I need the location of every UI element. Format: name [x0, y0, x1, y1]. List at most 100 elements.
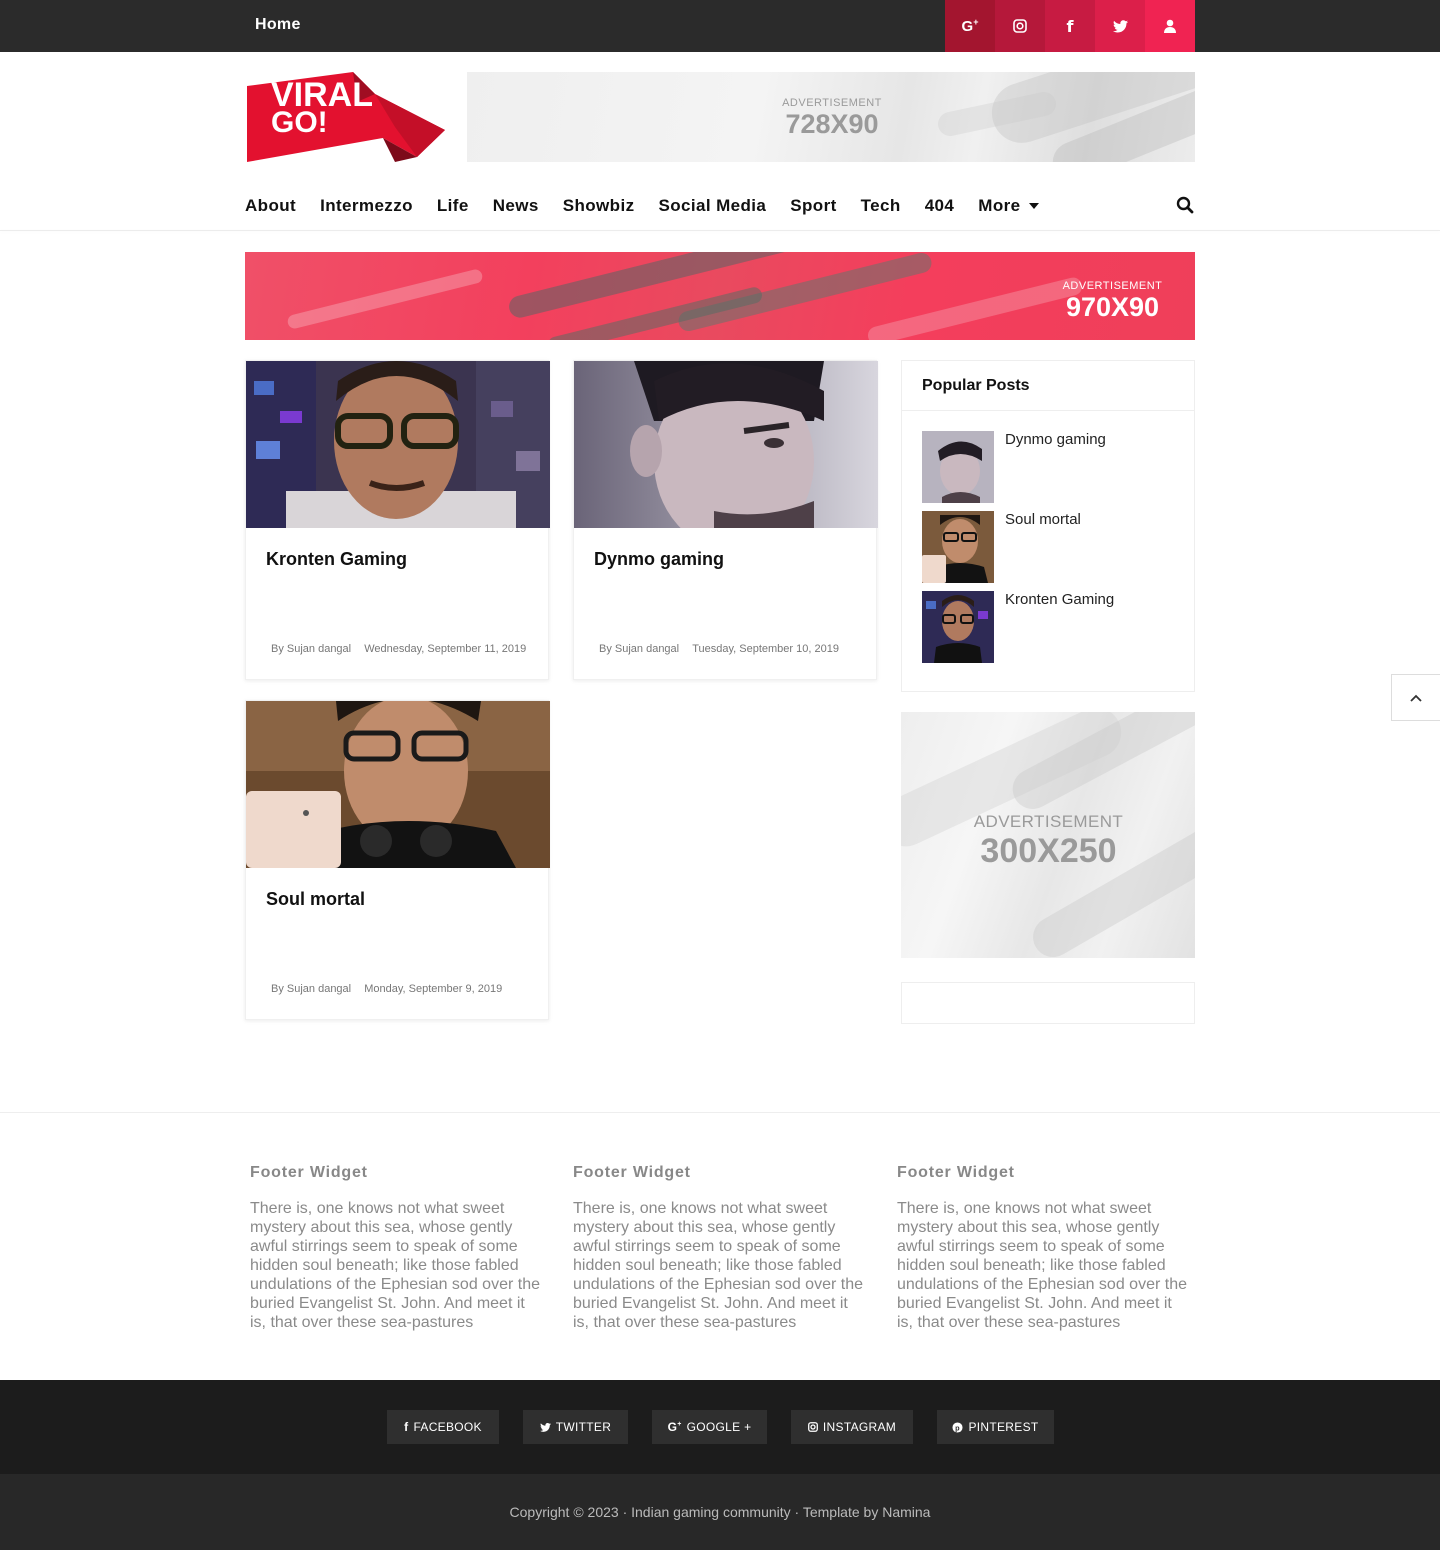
post-card[interactable]: Dynmo gaming By Sujan dangal Tuesday, Se… — [573, 360, 878, 680]
post-thumbnail[interactable] — [246, 361, 550, 528]
copyright-text: Copyright © 2023 · Indian gaming communi… — [509, 1504, 931, 1520]
popular-post-thumbnail[interactable] — [922, 591, 994, 663]
twitter-link[interactable] — [1095, 0, 1145, 52]
footer-instagram-button[interactable]: INSTAGRAM — [791, 1410, 913, 1444]
footer-widget: Footer Widget There is, one knows not wh… — [573, 1164, 868, 1332]
ad-leaderboard-size: 728X90 — [785, 109, 879, 139]
post-author[interactable]: By Sujan dangal — [271, 983, 351, 995]
post-date: Monday, September 9, 2019 — [364, 983, 503, 995]
popular-post-thumbnail[interactable] — [922, 511, 994, 583]
footer-widget-title: Footer Widget — [573, 1164, 691, 1181]
caret-down-icon — [1029, 203, 1040, 209]
footer-widget: Footer Widget There is, one knows not wh… — [250, 1164, 545, 1332]
footer-widget-title: Footer Widget — [897, 1164, 1015, 1181]
instagram-icon — [1013, 19, 1027, 33]
nav-item-tech[interactable]: Tech — [861, 196, 901, 216]
footer-widget-text: There is, one knows not what sweet myste… — [897, 1200, 1187, 1331]
footer-widget-text: There is, one knows not what sweet myste… — [573, 1200, 863, 1331]
popular-post-item[interactable]: Dynmo gaming — [922, 431, 1182, 503]
ad-wide-label: ADVERTISEMENT — [1062, 280, 1163, 292]
post-thumbnail[interactable] — [246, 701, 550, 868]
post-title[interactable]: Dynmo gaming — [594, 549, 724, 570]
popular-post-title[interactable]: Dynmo gaming — [1005, 431, 1106, 448]
ad-sidebar[interactable]: ADVERTISEMENT 300X250 — [901, 712, 1195, 958]
popular-posts-widget: Popular Posts Dynmo gaming Soul mortal K… — [901, 360, 1195, 692]
google-plus-icon: G+ — [961, 17, 979, 35]
nav-item-showbiz[interactable]: Showbiz — [563, 196, 635, 216]
twitter-icon — [539, 1422, 551, 1432]
footer-widget-text: There is, one knows not what sweet myste… — [250, 1200, 540, 1331]
search-icon[interactable] — [1176, 196, 1194, 214]
popular-post-item[interactable]: Kronten Gaming — [922, 591, 1182, 663]
facebook-icon: f — [404, 1420, 409, 1434]
ad-leaderboard[interactable]: ADVERTISEMENT 728X90 — [467, 72, 1195, 162]
post-date: Tuesday, September 10, 2019 — [692, 643, 839, 655]
ad-leaderboard-label: ADVERTISEMENT — [782, 97, 882, 109]
post-card[interactable]: Soul mortal By Sujan dangal Monday, Sept… — [245, 700, 550, 1020]
post-author[interactable]: By Sujan dangal — [599, 643, 679, 655]
post-title[interactable]: Soul mortal — [266, 889, 365, 910]
google-plus-link[interactable]: G+ — [945, 0, 995, 52]
popular-post-thumbnail[interactable] — [922, 431, 994, 503]
post-thumbnail[interactable] — [574, 361, 878, 528]
footer-pinterest-button[interactable]: p PINTEREST — [937, 1410, 1054, 1444]
ad-sidebar-label: ADVERTISEMENT — [973, 812, 1124, 831]
nav-divider — [0, 230, 1440, 231]
logo-graphic: VIRAL GO! — [247, 72, 445, 162]
sidebar-empty-widget — [901, 982, 1195, 1024]
post-meta: By Sujan dangal Tuesday, September 10, 2… — [599, 643, 839, 655]
footer-twitter-button[interactable]: TWITTER — [523, 1410, 628, 1444]
site-logo[interactable]: VIRAL GO! — [245, 72, 447, 164]
nav-more-label: More — [978, 196, 1021, 215]
post-title[interactable]: Kronten Gaming — [266, 549, 407, 570]
svg-text:GO!: GO! — [271, 106, 328, 139]
footer-pinterest-label: PINTEREST — [968, 1420, 1039, 1434]
footer-twitter-label: TWITTER — [555, 1420, 612, 1434]
footer-facebook-button[interactable]: f FACEBOOK — [387, 1410, 499, 1444]
nav-item-life[interactable]: Life — [437, 196, 469, 216]
footer-widget: Footer Widget There is, one knows not wh… — [897, 1164, 1192, 1332]
twitter-icon — [1112, 19, 1128, 32]
nav-item-about[interactable]: About — [245, 196, 296, 216]
footer-instagram-label: INSTAGRAM — [822, 1420, 897, 1434]
top-home-link[interactable]: Home — [255, 16, 301, 34]
post-card[interactable]: Kronten Gaming By Sujan dangal Wednesday… — [245, 360, 550, 680]
popular-post-title[interactable]: Kronten Gaming — [1005, 591, 1114, 608]
copyright-bar: Copyright © 2023 · Indian gaming communi… — [0, 1474, 1440, 1550]
footer-google-plus-button[interactable]: G+ GOOGLE + — [652, 1410, 767, 1444]
nav-item-intermezzo[interactable]: Intermezzo — [320, 196, 413, 216]
popular-posts-heading: Popular Posts — [902, 361, 1194, 411]
nav-item-social-media[interactable]: Social Media — [658, 196, 766, 216]
nav-item-sport[interactable]: Sport — [790, 196, 836, 216]
ad-wide-size: 970X90 — [1065, 292, 1160, 322]
instagram-link[interactable] — [995, 0, 1045, 52]
facebook-link[interactable]: f — [1045, 0, 1095, 52]
footer-facebook-label: FACEBOOK — [413, 1420, 482, 1434]
user-login-link[interactable] — [1145, 0, 1195, 52]
post-meta: By Sujan dangal Monday, September 9, 201… — [271, 983, 502, 995]
footer-widget-title: Footer Widget — [250, 1164, 368, 1181]
pinterest-icon: p — [952, 1421, 964, 1433]
main-nav: About Intermezzo Life News Showbiz Socia… — [245, 186, 1195, 226]
footer-social-bar: f FACEBOOK TWITTER G+ GOOGLE + INSTAGRAM… — [0, 1380, 1440, 1474]
ad-wide-banner[interactable]: ADVERTISEMENT 970X90 — [245, 252, 1195, 340]
nav-item-news[interactable]: News — [493, 196, 539, 216]
popular-post-title[interactable]: Soul mortal — [1005, 511, 1081, 528]
nav-item-404[interactable]: 404 — [925, 196, 955, 216]
top-bar: Home G+ f — [0, 0, 1440, 52]
nav-item-more[interactable]: More — [978, 196, 1040, 216]
top-social-links: G+ f — [945, 0, 1195, 52]
post-author[interactable]: By Sujan dangal — [271, 643, 351, 655]
user-icon — [1164, 19, 1176, 33]
scroll-to-top-button[interactable] — [1391, 674, 1440, 721]
post-date: Wednesday, September 11, 2019 — [364, 643, 527, 655]
instagram-icon — [807, 1422, 818, 1432]
post-meta: By Sujan dangal Wednesday, September 11,… — [271, 643, 526, 655]
footer-google-plus-label: GOOGLE + — [686, 1420, 752, 1434]
svg-text:p: p — [956, 1423, 961, 1432]
facebook-icon: f — [1066, 16, 1074, 36]
popular-post-item[interactable]: Soul mortal — [922, 511, 1182, 583]
google-plus-icon: G+ — [667, 1420, 682, 1434]
ad-sidebar-size: 300X250 — [980, 832, 1117, 870]
chevron-up-icon — [1410, 694, 1422, 702]
